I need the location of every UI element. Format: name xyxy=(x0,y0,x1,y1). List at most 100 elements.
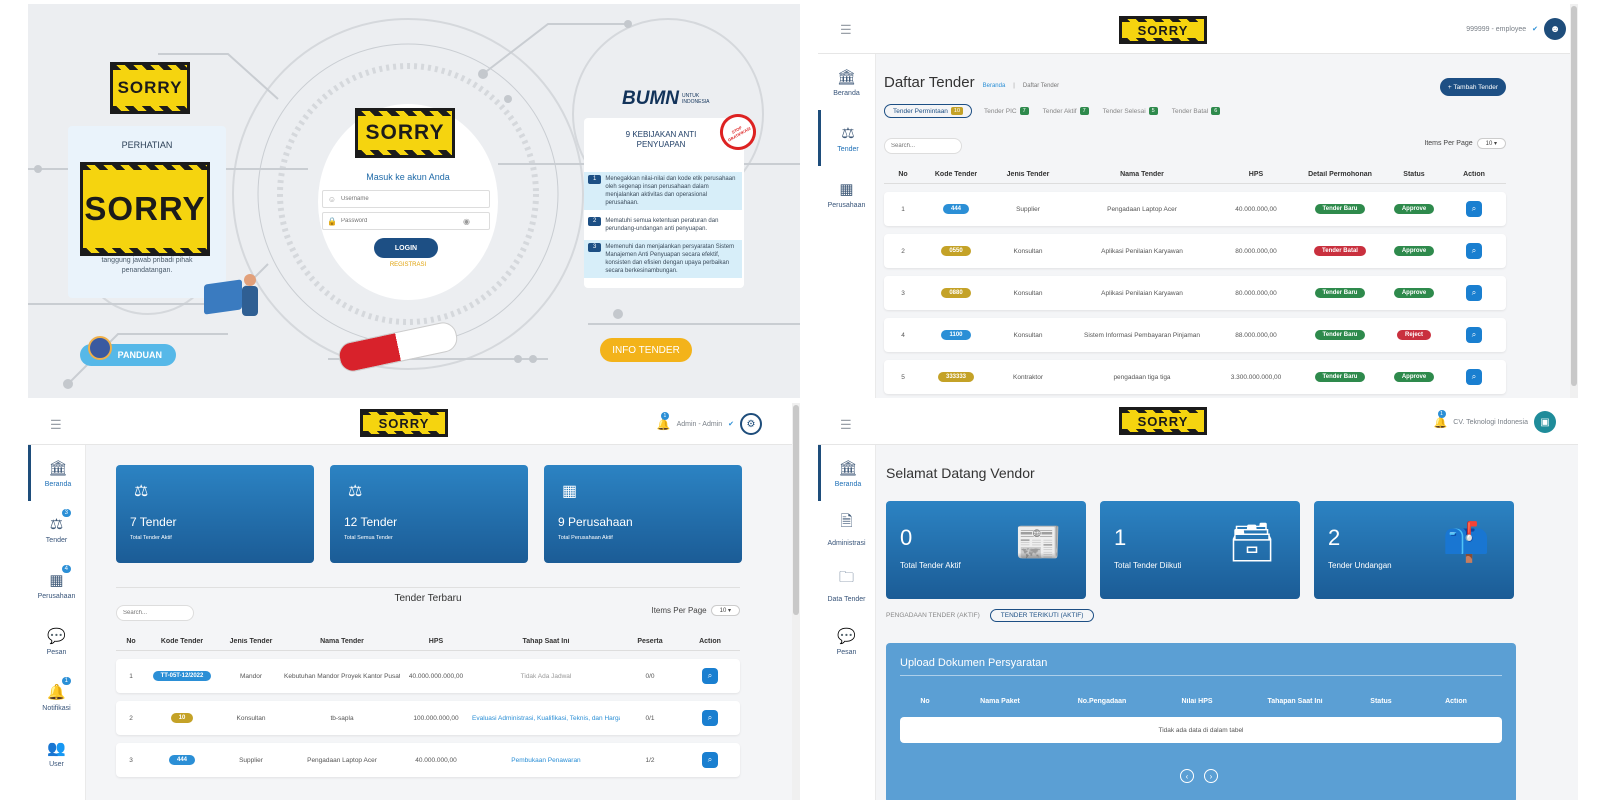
scrollbar[interactable] xyxy=(1570,4,1578,398)
sidebar-item-perusahaan[interactable]: ▦ Perusahaan xyxy=(818,166,875,222)
tender-main: Daftar Tender Beranda | Daftar Tender + … xyxy=(884,54,1578,398)
sidebar-item-beranda[interactable]: 🏛 Beranda xyxy=(28,445,85,501)
view-button[interactable]: ⌕ xyxy=(1466,243,1482,259)
info-tender-button[interactable]: INFO TENDER xyxy=(600,338,692,362)
view-button[interactable]: ⌕ xyxy=(1466,327,1482,343)
menu-icon[interactable]: ☰ xyxy=(50,417,62,433)
nama-cell: Aplikasi Penilaian Karyawan xyxy=(1101,289,1183,297)
register-link[interactable]: REGISTRASI xyxy=(318,262,498,268)
detail-badge: Tender Baru xyxy=(1314,330,1366,340)
menu-icon[interactable]: ☰ xyxy=(840,22,852,38)
sidebar-item-perusahaan[interactable]: ▦ Perusahaan 4 xyxy=(28,557,85,613)
column-header[interactable]: Tahap Saat Ini xyxy=(472,638,620,645)
tahap-cell[interactable]: Pembukaan Penawaran xyxy=(472,757,620,764)
bell-icon[interactable]: 🔔 1 xyxy=(657,411,671,431)
table-row[interactable]: 1 444 Supplier Pengadaan Laptop Acer 40.000.… xyxy=(884,192,1506,226)
kode-cell: TT-05T-12/2022 xyxy=(146,671,218,681)
tahap-cell[interactable]: Tidak Ada Jadwal xyxy=(472,673,620,680)
sidebar-item-pesan[interactable]: 💬 Pesan xyxy=(818,613,875,669)
column-header[interactable]: No xyxy=(884,171,922,178)
column-header[interactable]: Kode Tender xyxy=(146,638,218,645)
view-button[interactable]: ⌕ xyxy=(1466,201,1482,217)
tab-tender-permintaan[interactable]: Tender Permintaan 10 xyxy=(884,104,973,118)
search-input[interactable] xyxy=(884,138,962,154)
breadcrumb-home[interactable]: Beranda xyxy=(983,83,1006,89)
column-header[interactable]: Action xyxy=(1412,698,1500,705)
username-input[interactable] xyxy=(341,196,481,202)
column-header[interactable]: Action xyxy=(1442,171,1506,178)
eye-icon[interactable]: ◉ xyxy=(463,217,470,226)
tender-tabs: Tender Permintaan 10 Tender PIC 7 Tender Akt… xyxy=(884,104,1222,118)
column-header[interactable]: Nama Paket xyxy=(950,698,1050,705)
tab-tender-aktif[interactable]: Tender Aktif 7 xyxy=(1041,105,1091,117)
view-button[interactable]: ⌕ xyxy=(702,668,718,684)
column-header[interactable]: Nilai HPS xyxy=(1154,698,1240,705)
column-header[interactable]: Detail Permohonan xyxy=(1294,171,1386,178)
tab-pengadaan-tender[interactable]: PENGADAAN TENDER (AKTIF) xyxy=(886,610,980,621)
sidebar-item-administrasi[interactable]: 🗎 Administrasi xyxy=(818,501,875,557)
table-row[interactable]: 2 10 Konsultan tb-sapla 100.000.000,00 Evalua… xyxy=(116,701,740,735)
table-row[interactable]: 3 444 Supplier Pengadaan Laptop Acer 40.000.… xyxy=(116,743,740,777)
user-menu[interactable]: 🔔 1 CV. Teknologi Indonesia ▣ xyxy=(1434,409,1556,433)
table-row[interactable]: 2 0550 Konsultan Aplikasi Penilaian Karyawa… xyxy=(884,234,1506,268)
menu-icon[interactable]: ☰ xyxy=(840,417,852,433)
sidebar-item-tender[interactable]: ⚖ Tender 3 xyxy=(28,501,85,557)
view-button[interactable]: ⌕ xyxy=(702,710,718,726)
column-header[interactable]: No.Pengadaan xyxy=(1050,698,1154,705)
login-button[interactable]: LOGIN xyxy=(374,238,438,258)
password-input[interactable] xyxy=(341,218,463,224)
column-header[interactable]: Jenis Tender xyxy=(990,171,1066,178)
column-header[interactable]: Nama Tender xyxy=(284,638,400,645)
sidebar-item-beranda[interactable]: 🏛 Beranda xyxy=(818,445,875,501)
column-header[interactable]: Peserta xyxy=(620,638,680,645)
avatar[interactable]: ☻ xyxy=(1544,18,1566,40)
sidebar-item-tender[interactable]: ⚖ Tender xyxy=(818,110,875,166)
column-header[interactable]: Status xyxy=(1350,698,1412,705)
prev-page-button[interactable]: ‹ xyxy=(1180,769,1194,783)
column-header[interactable]: Jenis Tender xyxy=(218,638,284,645)
tab-tender-terikuti[interactable]: TENDER TERIKUTI (AKTIF) xyxy=(989,609,1095,622)
sidebar-item-notifikasi[interactable]: 🔔 Notifikasi 1 xyxy=(28,669,85,725)
column-header[interactable]: Action xyxy=(680,638,740,645)
stat-value: 12 Tender xyxy=(344,515,398,529)
column-header[interactable]: HPS xyxy=(400,638,472,645)
tab-tender-pic[interactable]: Tender PIC 7 xyxy=(982,105,1031,117)
next-page-button[interactable]: › xyxy=(1204,769,1218,783)
items-per-page-select[interactable]: 10 ▾ xyxy=(1476,138,1506,149)
column-header[interactable]: No xyxy=(900,698,950,705)
table-row[interactable]: 1 TT-05T-12/2022 Mandor Kebutuhan Mandor Pr… xyxy=(116,659,740,693)
table-row[interactable]: 5 333333 Kontraktor pengadaan tiga tiga 3.30… xyxy=(884,360,1506,394)
view-button[interactable]: ⌕ xyxy=(702,752,718,768)
avatar[interactable]: ▣ xyxy=(1534,411,1556,433)
column-header[interactable]: No xyxy=(116,638,146,645)
user-menu[interactable]: 999999 - employee ✔ ☻ xyxy=(1466,18,1566,40)
bell-icon[interactable]: 🔔 1 xyxy=(1434,409,1447,429)
column-header[interactable]: Status xyxy=(1386,171,1442,178)
sidebar-item-user[interactable]: 👥 User xyxy=(28,725,85,781)
tab-tender-selesai[interactable]: Tender Selesai 5 xyxy=(1101,105,1160,117)
table-row[interactable]: 4 1100 Konsultan Sistem Informasi Pembayara… xyxy=(884,318,1506,352)
search-input[interactable] xyxy=(116,605,194,621)
column-header[interactable]: Tahapan Saat Ini xyxy=(1240,698,1350,705)
sidebar-item-data-tender[interactable]: 🗀 Data Tender xyxy=(818,557,875,613)
view-button[interactable]: ⌕ xyxy=(1466,285,1482,301)
sidebar-item-pesan[interactable]: 💬 Pesan xyxy=(28,613,85,669)
login-form-title: Masuk ke akun Anda xyxy=(366,172,450,182)
column-header[interactable]: Nama Tender xyxy=(1066,171,1218,178)
panduan-button[interactable]: PANDUAN xyxy=(80,336,176,366)
column-header[interactable]: Kode Tender xyxy=(922,171,990,178)
user-menu[interactable]: 🔔 1 Admin - Admin ✔ ⚙ xyxy=(657,411,762,435)
table-row[interactable]: 3 0880 Konsultan Aplikasi Penilaian Karyawa… xyxy=(884,276,1506,310)
add-tender-button[interactable]: + Tambah Tender xyxy=(1439,78,1506,96)
items-per-page-select[interactable]: 10 ▾ xyxy=(710,605,740,616)
scrollbar[interactable] xyxy=(792,403,800,800)
sidebar-item-beranda[interactable]: 🏛 Beranda xyxy=(818,54,875,110)
kode-badge: 333333 xyxy=(937,372,975,382)
kode-cell: 444 xyxy=(146,755,218,765)
view-button[interactable]: ⌕ xyxy=(1466,369,1482,385)
tahap-cell[interactable]: Evaluasi Administrasi, Kualifikasi, Tekn… xyxy=(472,715,620,722)
tab-tender-batal[interactable]: Tender Batal 6 xyxy=(1170,105,1223,117)
avatar[interactable]: ⚙ xyxy=(740,413,762,435)
policy-text: Memenuhi dan menjalankan persyaratan Sis… xyxy=(605,244,735,274)
column-header[interactable]: HPS xyxy=(1218,171,1294,178)
